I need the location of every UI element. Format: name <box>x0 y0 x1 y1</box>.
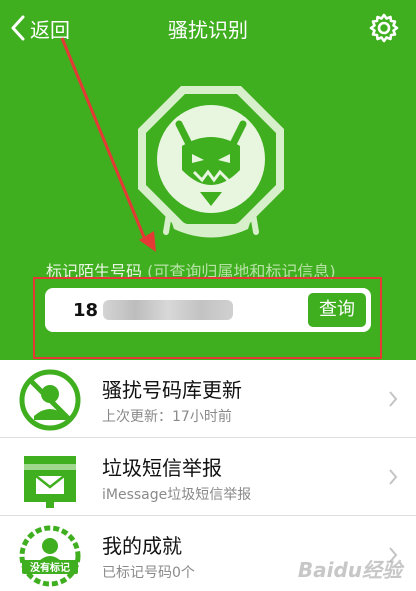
header-area: 返回 骚扰识别 标记陌生号码 (可查询归属地和标记信息) 查询 <box>0 0 416 360</box>
navigation-bar: 返回 骚扰识别 <box>0 0 416 56</box>
annotation-highlight-box <box>33 277 382 359</box>
achievement-badge-icon: 没有标记 <box>19 525 81 587</box>
mailbox-icon <box>24 456 76 508</box>
demon-emblem-icon <box>138 86 284 238</box>
item-desc: 上次更新：17小时前 <box>102 409 232 425</box>
watermark: Baidu经验 <box>297 558 402 582</box>
no-call-icon <box>19 369 81 431</box>
list-item-database-update[interactable]: 骚扰号码库更新 上次更新：17小时前 <box>0 360 416 438</box>
chevron-right-icon <box>389 391 398 407</box>
item-title: 我的成就 <box>102 534 182 558</box>
badge-text: 没有标记 <box>30 561 70 574</box>
chevron-right-icon <box>389 469 398 485</box>
item-title: 垃圾短信举报 <box>102 456 222 480</box>
gear-icon[interactable] <box>368 12 400 44</box>
list-item-spam-report[interactable]: 垃圾短信举报 iMessage垃圾短信举报 <box>0 438 416 516</box>
item-desc: iMessage垃圾短信举报 <box>102 487 252 503</box>
item-desc: 已标记号码0个 <box>102 565 195 581</box>
page-title: 骚扰识别 <box>168 18 248 42</box>
item-title: 骚扰号码库更新 <box>102 378 242 402</box>
